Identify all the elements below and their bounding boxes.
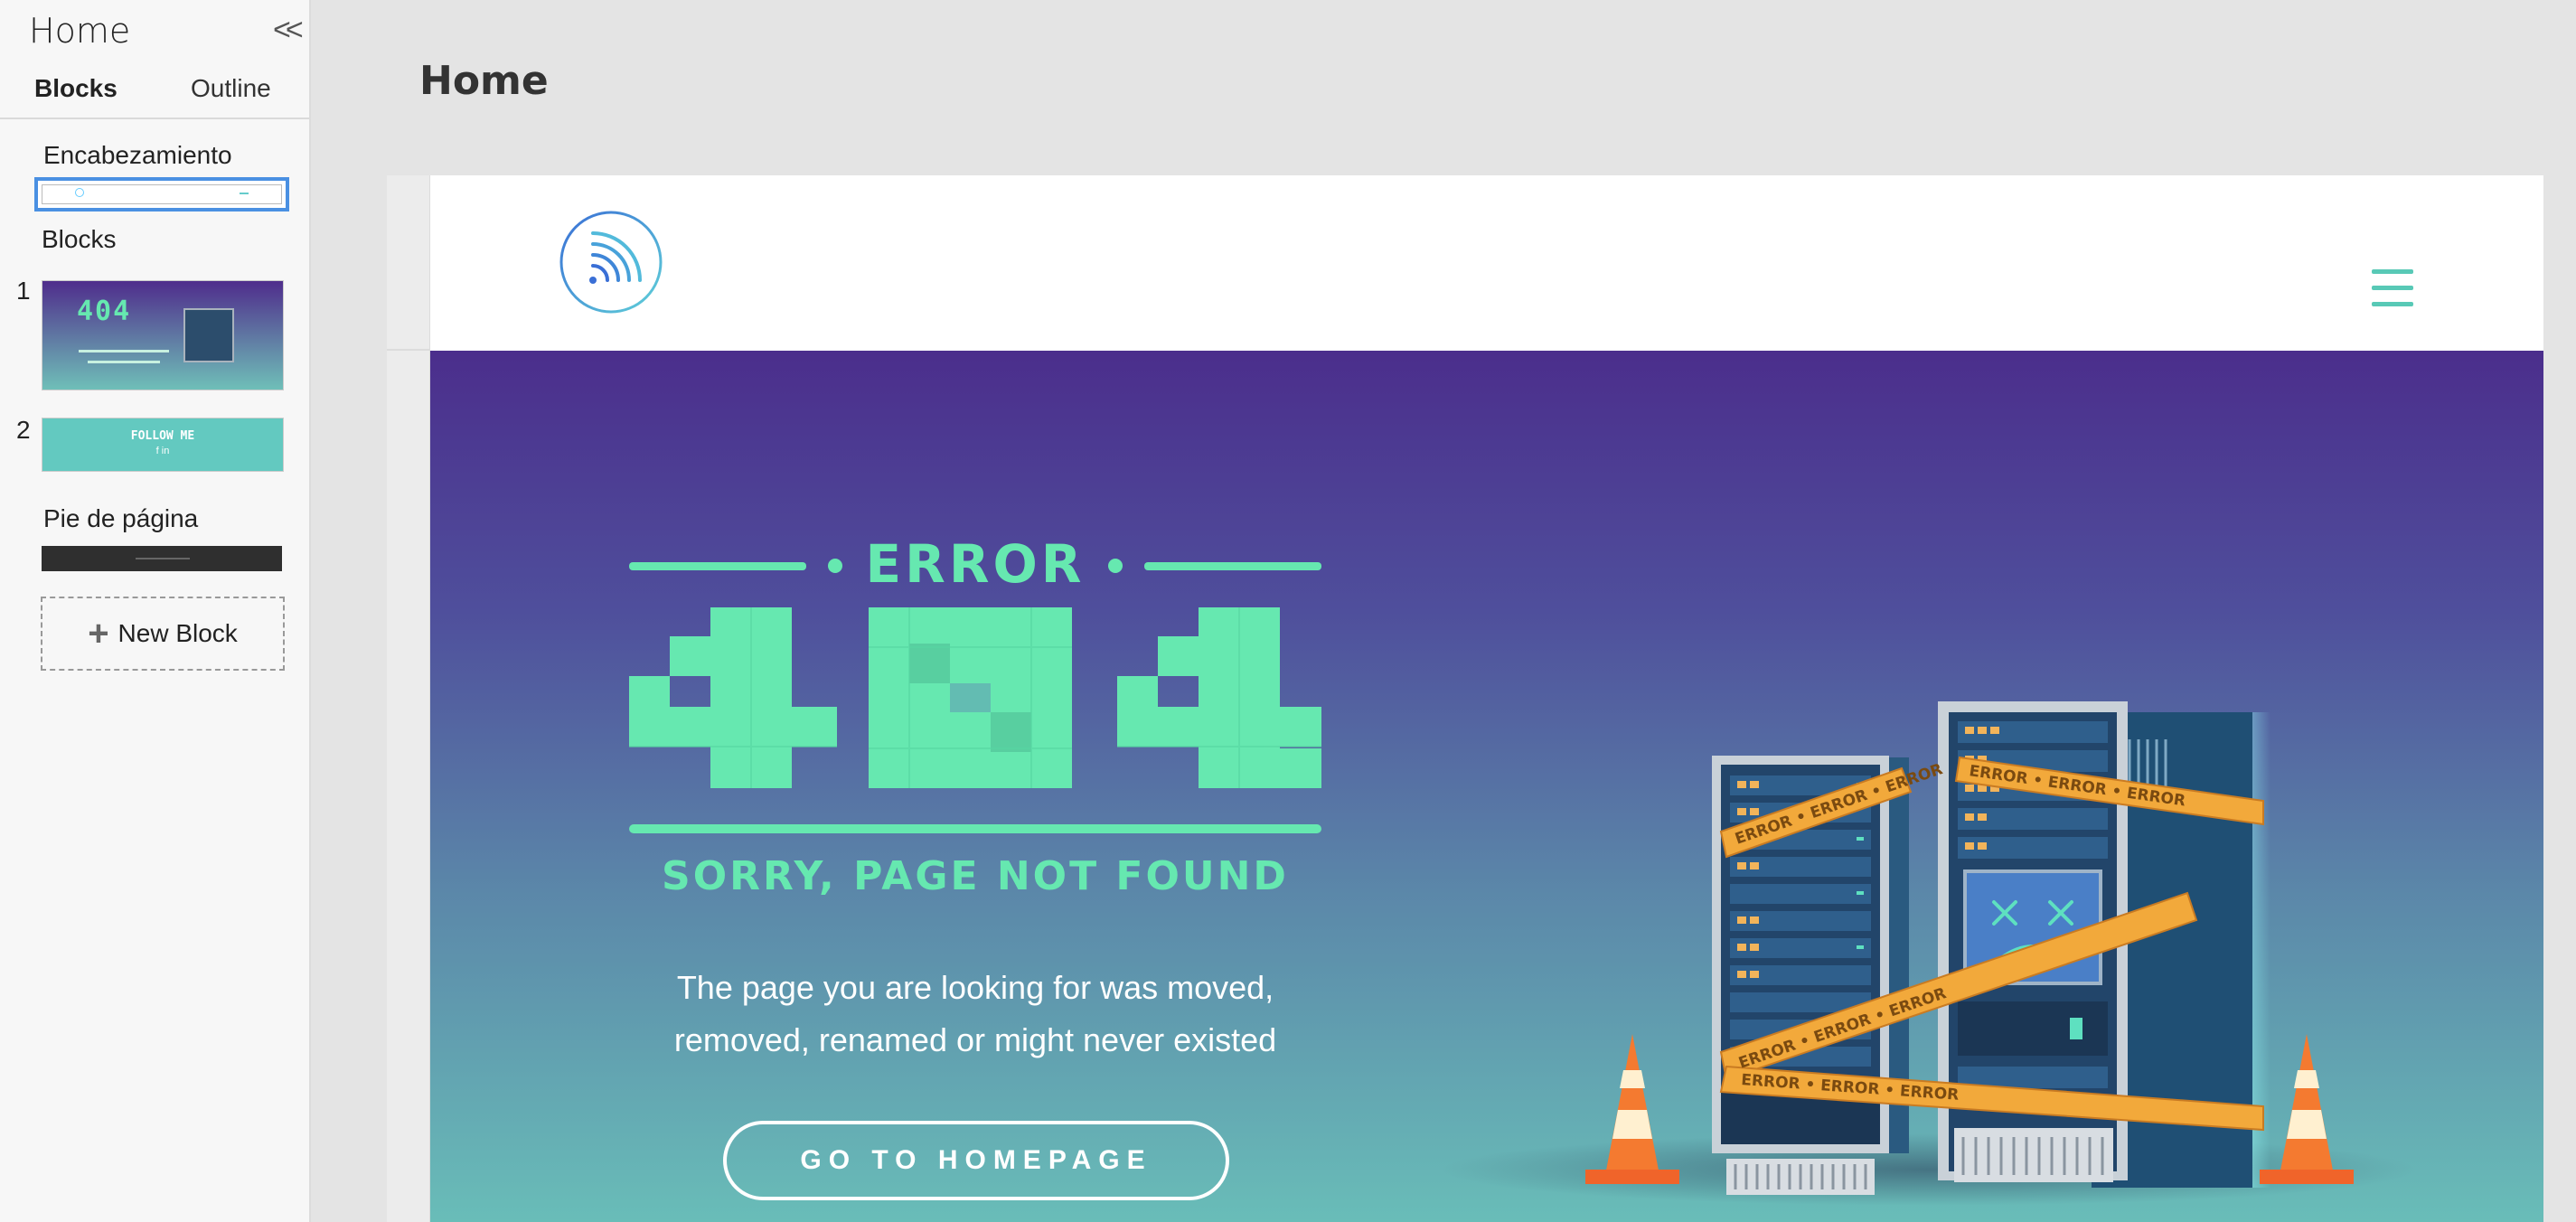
page-title: Home <box>419 58 549 104</box>
tab-blocks[interactable]: Blocks <box>34 74 118 103</box>
tab-outline[interactable]: Outline <box>191 74 271 103</box>
editor-sidebar: Home << Blocks Outline Encabezamiento Bl… <box>0 0 311 1222</box>
sidebar-tabs: Blocks Outline <box>0 69 309 119</box>
description-line-1: The page you are looking for was moved, <box>676 969 1274 1006</box>
footer-block-thumbnail[interactable] <box>42 546 282 571</box>
plus-icon: + <box>88 614 109 653</box>
server-rack-error-illustration: ERROR • ERROR • ERROR ERROR • ERROR • ER… <box>1441 701 2417 1206</box>
description-line-2: removed, renamed or might never existed <box>673 1021 1277 1058</box>
header-section-label: Encabezamiento <box>43 141 232 169</box>
block-number: 1 <box>16 277 31 305</box>
new-block-button[interactable]: + New Block <box>41 597 285 671</box>
error-description: The page you are looking for was moved, … <box>593 962 1358 1067</box>
error-heading: ERROR <box>629 537 1321 591</box>
collapse-sidebar-icon[interactable]: << <box>273 13 304 48</box>
thumbnail-follow-text: FOLLOW ME <box>130 429 195 443</box>
canvas-gutter <box>387 175 430 1222</box>
go-to-homepage-button[interactable]: GO TO HOMEPAGE <box>723 1121 1229 1200</box>
divider-rule <box>629 824 1321 833</box>
thumbnail-404-text: 404 <box>77 296 132 327</box>
footer-section-label: Pie de página <box>43 504 199 532</box>
hamburger-menu-icon[interactable] <box>2372 269 2413 309</box>
not-found-subtitle: SORRY, PAGE NOT FOUND <box>662 853 1289 899</box>
blocks-section-label: Blocks <box>42 225 117 253</box>
site-header-block[interactable] <box>430 175 2543 351</box>
error-code-404: 404 <box>629 607 1321 788</box>
new-block-label: New Block <box>118 619 238 647</box>
wifi-signal-logo-icon[interactable] <box>559 210 663 315</box>
error-404-hero-block[interactable]: ERROR 404 <box>430 351 2543 1222</box>
error-label: ERROR <box>865 533 1086 595</box>
thumbnail-social-icons: f in <box>155 446 170 456</box>
sidebar-title: Home <box>29 11 131 51</box>
thumbnail-server-image <box>183 308 234 362</box>
block-number: 2 <box>16 416 31 444</box>
header-block-thumbnail[interactable] <box>34 177 289 212</box>
block-thumbnail-404[interactable]: 404 <box>42 280 284 390</box>
block-thumbnail-follow[interactable]: FOLLOW ME f in <box>42 418 284 472</box>
